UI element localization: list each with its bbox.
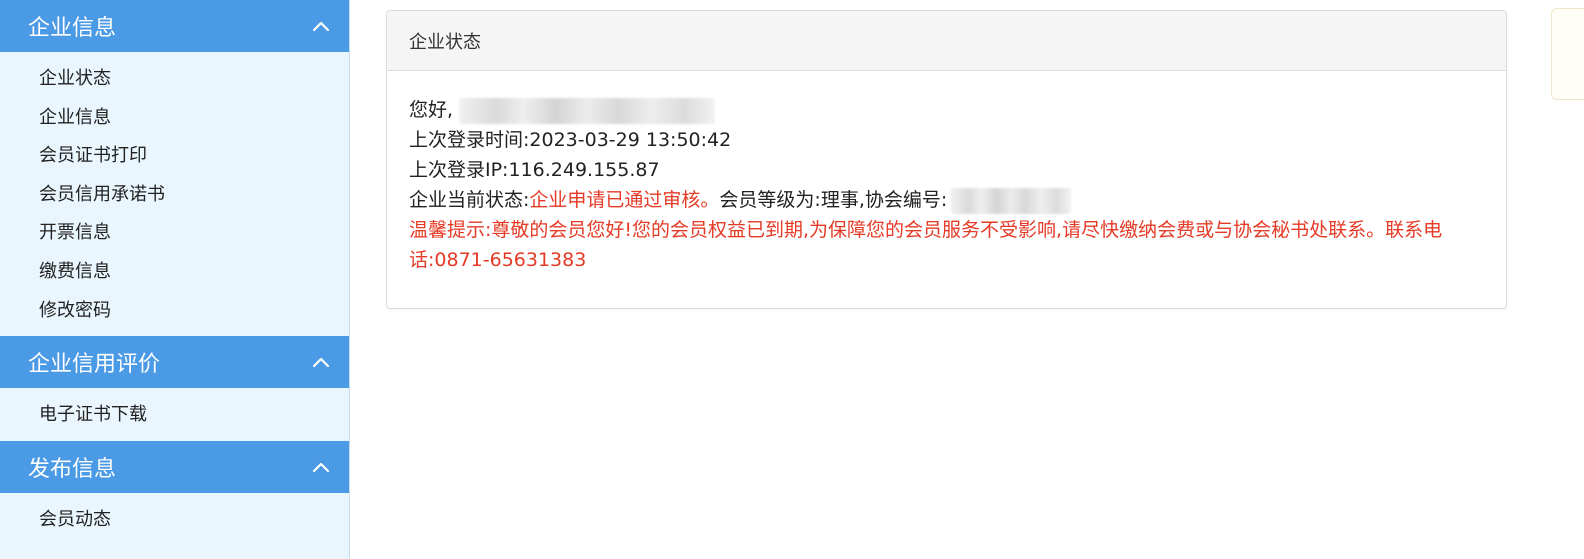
page: 企业信息 企业状态 企业信息 会员证书打印 会员信用承诺书 开票信息 缴费信息 … — [0, 0, 1584, 559]
greeting-label: 您好, — [409, 99, 454, 121]
member-level-text: 会员等级为:理事,协会编号: — [719, 189, 948, 211]
sidebar-item-company-info[interactable]: 企业信息 — [0, 99, 349, 138]
last-login-ip-label: 上次登录IP: — [409, 159, 509, 181]
sidebar-item-credit-commitment[interactable]: 会员信用承诺书 — [0, 176, 349, 215]
status-label: 企业当前状态: — [409, 189, 530, 211]
last-login-ip-value: 116.249.155.87 — [508, 159, 660, 181]
sidebar-item-invoice-info[interactable]: 开票信息 — [0, 214, 349, 253]
chevron-up-icon — [312, 462, 330, 472]
sidebar-item-change-password[interactable]: 修改密码 — [0, 292, 349, 331]
menu-list-credit-rating: 电子证书下载 — [0, 388, 349, 441]
right-edge-card — [1551, 8, 1584, 100]
chevron-up-icon — [312, 358, 330, 368]
last-login-time-line: 上次登录时间:2023-03-29 13:50:42 — [409, 125, 1484, 155]
panel-body: 您好, 上次登录时间:2023-03-29 13:50:42 上次登录IP:11… — [387, 71, 1506, 275]
section-header-credit-rating[interactable]: 企业信用评价 — [0, 336, 349, 389]
sidebar-item-company-status[interactable]: 企业状态 — [0, 60, 349, 99]
redacted-company-name — [459, 97, 716, 124]
panel-title: 企业状态 — [387, 11, 1506, 71]
section-header-publish-info[interactable]: 发布信息 — [0, 440, 349, 493]
last-login-time-label: 上次登录时间: — [409, 129, 530, 151]
status-value: 企业申请已通过审核。 — [529, 189, 720, 211]
last-login-ip-line: 上次登录IP:116.249.155.87 — [409, 155, 1484, 185]
sidebar: 企业信息 企业状态 企业信息 会员证书打印 会员信用承诺书 开票信息 缴费信息 … — [0, 0, 350, 559]
menu-list-company-info: 企业状态 企业信息 会员证书打印 会员信用承诺书 开票信息 缴费信息 修改密码 — [0, 52, 349, 336]
section-title: 发布信息 — [28, 456, 117, 482]
section-title: 企业信用评价 — [28, 352, 161, 378]
sidebar-item-payment-info[interactable]: 缴费信息 — [0, 253, 349, 292]
redacted-association-number — [951, 187, 1072, 214]
chevron-up-icon — [312, 21, 330, 32]
section-title: 企业信息 — [28, 16, 117, 41]
sidebar-item-certificate-print[interactable]: 会员证书打印 — [0, 137, 349, 176]
last-login-time-value: 2023-03-29 13:50:42 — [529, 129, 732, 151]
company-status-panel: 企业状态 您好, 上次登录时间:2023-03-29 13:50:42 上次登录… — [386, 10, 1507, 309]
company-status-line: 企业当前状态:企业申请已通过审核。会员等级为:理事,协会编号: — [409, 185, 1484, 215]
membership-expired-notice: 温馨提示:尊敬的会员您好!您的会员权益已到期,为保障您的会员服务不受影响,请尽快… — [409, 219, 1443, 271]
sidebar-item-certificate-download[interactable]: 电子证书下载 — [0, 396, 349, 435]
sidebar-item-member-news[interactable]: 会员动态 — [0, 501, 349, 540]
greeting-line: 您好, — [409, 95, 1484, 125]
menu-list-publish-info: 会员动态 — [0, 493, 349, 546]
section-header-company-info[interactable]: 企业信息 — [0, 0, 349, 52]
